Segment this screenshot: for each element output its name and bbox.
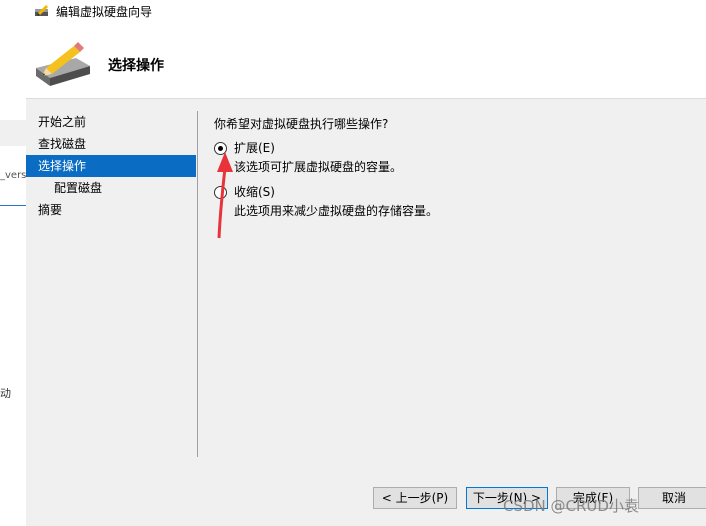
expand-description: 该选项可扩展虚拟硬盘的容量。	[234, 160, 403, 174]
previous-button[interactable]: < 上一步(P)	[373, 487, 457, 509]
title-bar[interactable]: 编辑虚拟硬盘向导	[26, 0, 706, 22]
nav-item-locate-disk[interactable]: 查找磁盘	[26, 133, 196, 155]
compact-description: 此选项用来减少虚拟硬盘的存储容量。	[234, 204, 439, 218]
background-window: _vers 动	[0, 0, 26, 526]
expand-option[interactable]: 扩展(E)	[214, 138, 694, 158]
nav-item-configure-disk[interactable]: 配置磁盘	[26, 177, 196, 199]
expand-radio[interactable]	[214, 142, 227, 155]
nav-divider	[197, 111, 198, 457]
nav-item-choose-action[interactable]: 选择操作	[26, 155, 196, 177]
pencil-disk-icon	[34, 4, 50, 18]
action-question: 你希望对虚拟硬盘执行哪些操作?	[214, 117, 389, 131]
background-strip	[0, 120, 26, 146]
wizard-header: 选择操作	[26, 22, 706, 99]
compact-option[interactable]: 收缩(S)	[214, 182, 694, 202]
window-title: 编辑虚拟硬盘向导	[56, 5, 153, 19]
page-title: 选择操作	[108, 58, 164, 74]
wizard-nav: 开始之前 查找磁盘 选择操作 配置磁盘 摘要	[26, 111, 196, 221]
nav-item-summary[interactable]: 摘要	[26, 199, 196, 221]
background-line	[0, 205, 26, 206]
nav-item-before-you-begin[interactable]: 开始之前	[26, 111, 196, 133]
compact-radio[interactable]	[214, 186, 227, 199]
action-panel: 你希望对虚拟硬盘执行哪些操作? 扩展(E) 该选项可扩展虚拟硬盘的容量。 收缩(…	[214, 111, 694, 220]
wizard-content: 开始之前 查找磁盘 选择操作 配置磁盘 摘要 你希望对虚拟硬盘执行哪些操作? 扩…	[26, 99, 706, 470]
compact-label[interactable]: 收缩(S)	[234, 185, 275, 199]
background-text: 动	[0, 387, 11, 400]
wizard-dialog: 编辑虚拟硬盘向导 选择操作 开始之前 查找磁盘 选择操作 配置磁盘 摘要 你希望…	[26, 0, 706, 526]
pencil-disk-icon	[32, 40, 94, 88]
watermark: CSDN @CRUD小袁	[503, 497, 639, 515]
cancel-button[interactable]: 取消	[638, 487, 706, 509]
expand-label[interactable]: 扩展(E)	[234, 141, 275, 155]
background-text: _vers	[0, 170, 27, 181]
